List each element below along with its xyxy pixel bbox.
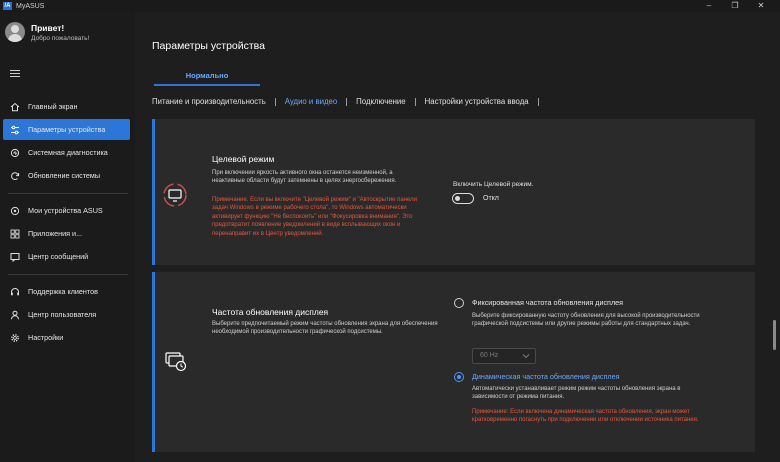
tab-connectivity[interactable]: Подключение	[356, 97, 405, 106]
sidebar-item-message-center[interactable]: Центр сообщений	[3, 246, 130, 267]
sidebar-item-label: Главный экран	[28, 102, 78, 111]
asus-logo: /A	[3, 2, 12, 10]
refresh-rate-description: Выберите предпочитаемый режим частоты об…	[212, 321, 438, 336]
refresh-rate-card: Частота обновления дисплея Выберите пред…	[152, 272, 755, 452]
page-title: Параметры устройства	[152, 40, 265, 52]
scrollbar[interactable]	[773, 120, 776, 350]
sidebar-item-diagnostics[interactable]: Системная диагностика	[3, 142, 130, 163]
sidebar-item-label: Параметры устройства	[28, 125, 106, 134]
tab-power-performance[interactable]: Питание и производительность	[152, 97, 266, 106]
diagnostics-icon	[10, 148, 20, 158]
sidebar-item-label: Мои устройства ASUS	[28, 206, 103, 215]
sidebar-item-system-update[interactable]: Обновление системы	[3, 165, 130, 186]
minimize-button[interactable]: –	[696, 0, 722, 12]
welcome-text: Добро пожаловать!	[31, 34, 90, 42]
fixed-rate-title: Фиксированная частота обновления дисплея	[472, 298, 624, 307]
maximize-button[interactable]: ❐	[722, 0, 748, 12]
sidebar-item-label: Центр сообщений	[28, 252, 89, 261]
target-mode-description: При включении яркость активного окна ост…	[212, 170, 397, 185]
target-mode-icon	[162, 182, 188, 208]
main-content: Параметры устройства Нормально Питание и…	[135, 12, 780, 462]
refresh-rate-icon	[164, 350, 190, 376]
tab-input-devices[interactable]: Настройки устройства ввода	[425, 97, 529, 106]
toggle-state-label: Откл	[483, 195, 499, 202]
sidebar-item-settings[interactable]: Настройки	[3, 327, 130, 348]
avatar	[5, 22, 25, 42]
target-mode-toggle-label: Включить Целевой режим.	[453, 181, 534, 188]
dynamic-rate-description: Автоматически устанавливает режим режим …	[472, 386, 681, 401]
refresh-rate-select[interactable]: 60 Hz	[472, 348, 536, 364]
sidebar-divider	[8, 274, 128, 275]
fixed-rate-radio[interactable]	[454, 298, 464, 308]
tab-audio-video[interactable]: Аудио и видео	[285, 97, 337, 106]
card-accent	[152, 119, 155, 265]
greeting: Привет!	[31, 22, 65, 33]
user-profile[interactable]: Привет! Добро пожаловать!	[5, 22, 89, 42]
sidebar-item-user-center[interactable]: Центр пользователя	[3, 304, 130, 325]
tab-separator	[537, 97, 539, 106]
tab-separator	[346, 97, 348, 106]
target-mode-card: Целевой режим При включении яркость акти…	[152, 119, 755, 265]
sidebar-item-label: Настройки	[28, 333, 64, 342]
sidebar-item-label: Приложения и...	[28, 229, 83, 238]
apps-icon	[10, 229, 20, 239]
message-icon	[10, 252, 20, 262]
gear-icon	[10, 333, 20, 343]
devices-icon	[10, 206, 20, 216]
target-mode-note: Примечание. Если вы включите "Целевой ре…	[212, 197, 417, 237]
sub-tab-bar: Питание и производительность Аудио и вид…	[152, 97, 548, 106]
tab-normal-mode[interactable]: Нормально	[154, 71, 260, 80]
sidebar-item-home[interactable]: Главный экран	[3, 96, 130, 117]
close-button[interactable]: ✕	[748, 0, 774, 12]
app-title: MyASUS	[16, 2, 45, 10]
dynamic-rate-radio[interactable]	[454, 372, 464, 382]
title-bar: /A MyASUS – ❐ ✕	[0, 0, 780, 12]
target-mode-title: Целевой режим	[212, 154, 275, 164]
chevron-down-icon	[522, 354, 530, 359]
target-mode-toggle[interactable]	[452, 193, 474, 204]
refresh-rate-value: 60 Hz	[480, 352, 499, 359]
sidebar-item-my-devices[interactable]: Мои устройства ASUS	[3, 200, 130, 221]
dynamic-rate-note: Примечание: Если включена динамическая ч…	[472, 409, 699, 424]
refresh-rate-title: Частота обновления дисплея	[212, 307, 329, 317]
dynamic-rate-title: Динамическая частота обновления дисплея	[472, 372, 620, 381]
tab-separator	[414, 97, 416, 106]
sidebar-item-support[interactable]: Поддержка клиентов	[3, 281, 130, 302]
sidebar-item-label: Поддержка клиентов	[28, 287, 98, 296]
sidebar-item-label: Обновление системы	[28, 171, 101, 180]
user-icon	[10, 310, 20, 320]
refresh-icon	[10, 171, 20, 181]
support-icon	[10, 287, 20, 297]
sliders-icon	[10, 125, 20, 135]
card-accent	[152, 272, 155, 452]
sidebar-item-label: Центр пользователя	[28, 310, 97, 319]
tab-separator	[274, 97, 276, 106]
window-controls: – ❐ ✕	[696, 0, 774, 12]
sidebar-divider	[8, 193, 128, 194]
sidebar: Привет! Добро пожаловать! Главный экран …	[0, 12, 135, 462]
sidebar-item-label: Системная диагностика	[28, 148, 108, 157]
menu-icon[interactable]	[10, 70, 20, 77]
sidebar-item-apps[interactable]: Приложения и...	[3, 223, 130, 244]
sidebar-item-device-settings[interactable]: Параметры устройства	[3, 119, 130, 140]
fixed-rate-description: Выберите фиксированную частоту обновлени…	[472, 313, 700, 328]
tab-underline	[154, 84, 260, 86]
home-icon	[10, 102, 20, 112]
scroll-thumb[interactable]	[773, 320, 776, 350]
